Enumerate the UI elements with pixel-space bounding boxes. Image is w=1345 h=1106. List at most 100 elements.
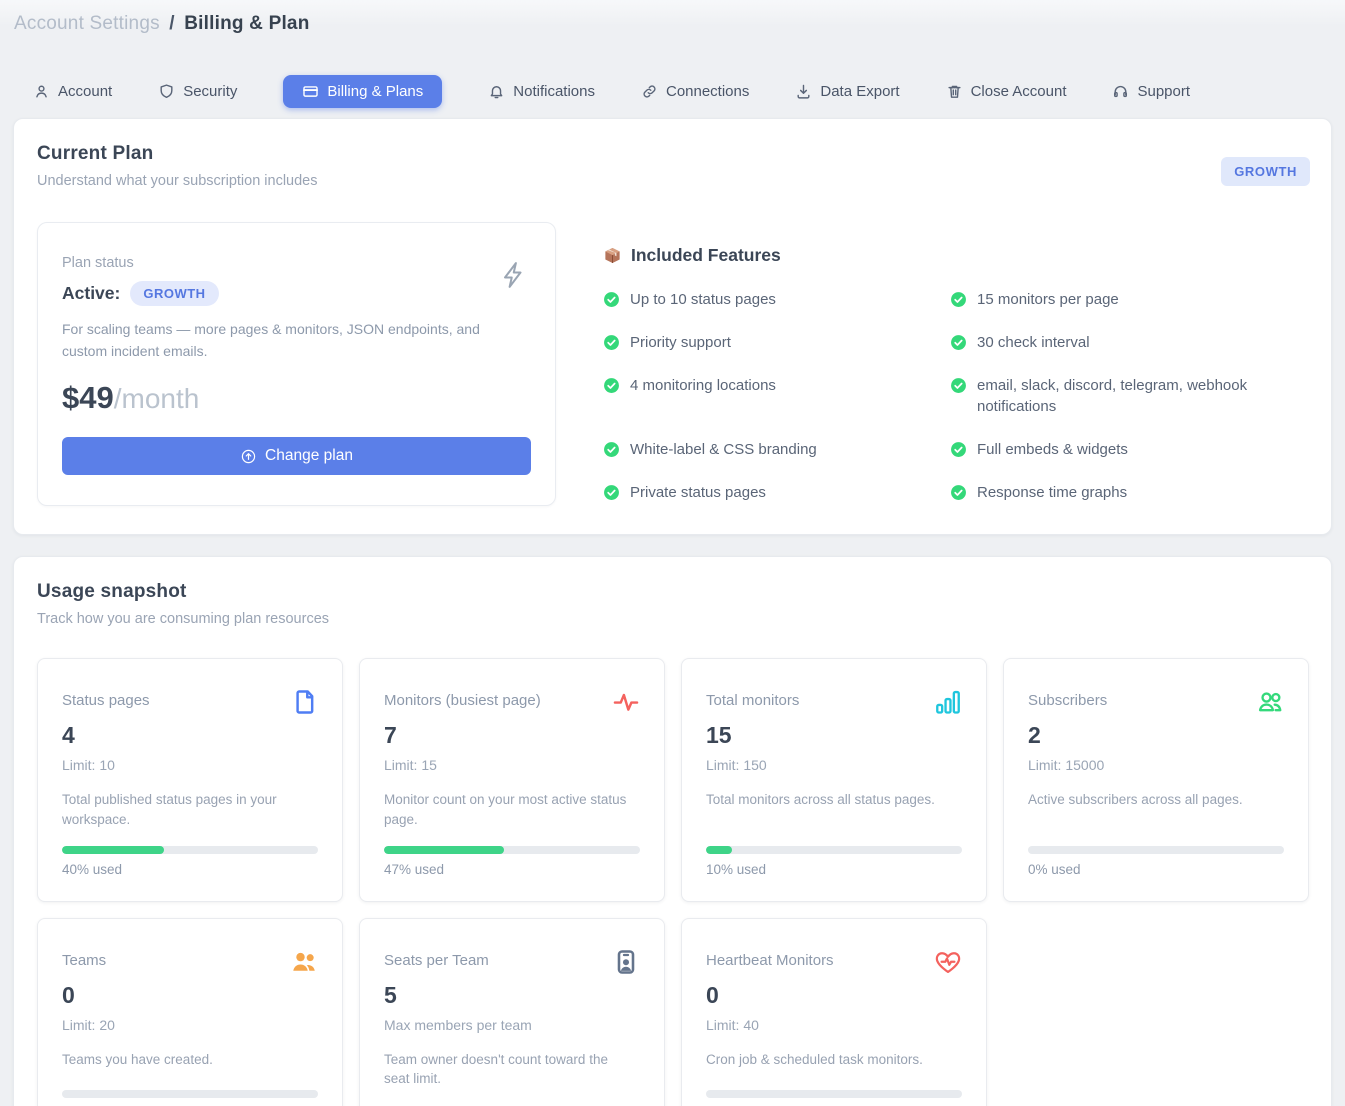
feature-item: 4 monitoring locations [603,375,950,397]
usage-card-title: Subscribers [1028,690,1107,709]
features-grid: Up to 10 status pages 15 monitors per pa… [603,289,1309,504]
tab-account[interactable]: Account [33,75,112,108]
progress-bar [62,846,318,854]
usage-card: Seats per Team 5 Max members per team Te… [359,918,665,1106]
current-plan-subtitle: Understand what your subscription includ… [37,173,1309,189]
check-circle-icon [603,441,620,458]
progress-bar [384,846,640,854]
plan-status-badge: GROWTH [130,281,218,306]
usage-card-value: 15 [706,722,962,749]
usage-card-title: Total monitors [706,690,799,709]
usage-card-description: Cron job & scheduled task monitors. [706,1050,962,1070]
usage-card-description: Active subscribers across all pages. [1028,790,1284,810]
breadcrumb-section[interactable]: Account Settings [14,13,160,34]
feature-item: White-label & CSS branding [603,439,950,461]
lightning-bolt-icon [499,255,529,295]
tab-notifications[interactable]: Notifications [488,75,595,108]
usage-card: Total monitors 15 Limit: 150 Total monit… [681,658,987,901]
check-circle-icon [950,377,967,394]
usage-title: Usage snapshot [37,581,1309,603]
usage-card-limit: Limit: 15000 [1028,757,1284,773]
plan-tier-badge: GROWTH [1221,157,1310,186]
progress-bar [1028,846,1284,854]
plan-price: $49 /month [62,380,531,416]
features-heading: Included Features [631,245,781,266]
feature-item: Priority support [603,332,950,354]
shield-icon [158,83,175,100]
price-amount: $49 [62,380,114,416]
check-circle-icon [950,334,967,351]
usage-card-description: Monitor count on your most active status… [384,790,640,829]
price-period: /month [114,383,200,415]
tab-support[interactable]: Support [1112,75,1190,108]
usage-percent-label: 0% used [1028,862,1284,877]
usage-card-limit: Limit: 20 [62,1017,318,1033]
change-plan-label: Change plan [265,447,353,465]
progress-bar [706,1090,962,1098]
check-circle-icon [950,484,967,501]
progress-bar [706,846,962,854]
trash-icon [946,83,963,100]
check-circle-icon [950,291,967,308]
tab-security[interactable]: Security [158,75,237,108]
file-icon [290,688,318,716]
billing-page: Account Settings / Billing & Plan Accoun… [0,0,1345,1106]
users-icon [1256,688,1284,716]
check-circle-icon [603,291,620,308]
link-icon [641,83,658,100]
usage-card-limit: Max members per team [384,1017,640,1033]
feature-item: email, slack, discord, telegram, webhook… [950,375,1309,419]
usage-subtitle: Track how you are consuming plan resourc… [37,611,1309,627]
usage-card-title: Monitors (busiest page) [384,690,541,709]
usage-card-title: Seats per Team [384,950,489,969]
tab-billing[interactable]: Billing & Plans [283,75,442,108]
usage-card-value: 0 [62,982,318,1009]
included-features: Included Features Up to 10 status pages … [603,222,1309,504]
change-plan-button[interactable]: Change plan [62,437,531,475]
current-plan-panel: Current Plan Understand what your subscr… [13,118,1332,535]
usage-card-description: Teams you have created. [62,1050,318,1070]
usage-card-limit: Limit: 40 [706,1017,962,1033]
usage-card-value: 7 [384,722,640,749]
current-plan-title: Current Plan [37,143,1309,165]
contact-badge-icon [612,948,640,976]
breadcrumb: Account Settings / Billing & Plan [13,0,1332,35]
tab-close-account[interactable]: Close Account [946,75,1067,108]
bell-icon [488,83,505,100]
feature-item: 30 check interval [950,332,1309,354]
feature-item: Private status pages [603,482,950,504]
usage-card: Teams 0 Limit: 20 Teams you have created… [37,918,343,1106]
plan-description: For scaling teams — more pages & monitor… [62,319,482,362]
usage-card: Monitors (busiest page) 7 Limit: 15 Moni… [359,658,665,901]
feature-item: Full embeds & widgets [950,439,1309,461]
plan-status-value: Active: [62,283,120,304]
bar-chart-icon [934,688,962,716]
tab-connections[interactable]: Connections [641,75,749,108]
package-icon [603,246,622,265]
usage-card-title: Heartbeat Monitors [706,950,834,969]
check-circle-icon [603,377,620,394]
users-filled-icon [290,948,318,976]
tab-data-export[interactable]: Data Export [795,75,899,108]
feature-item: Response time graphs [950,482,1309,504]
usage-card-value: 2 [1028,722,1284,749]
usage-card-value: 5 [384,982,640,1009]
check-circle-icon [603,484,620,501]
feature-item: Up to 10 status pages [603,289,950,311]
usage-card-description: Total monitors across all status pages. [706,790,962,810]
usage-card: Subscribers 2 Limit: 15000 Active subscr… [1003,658,1309,901]
user-icon [33,83,50,100]
breadcrumb-separator: / [169,13,174,34]
plan-status-card: Plan status Active: GROWTH For scaling t… [37,222,556,506]
headset-icon [1112,83,1129,100]
usage-snapshot-panel: Usage snapshot Track how you are consumi… [13,556,1332,1106]
arrow-up-circle-icon [240,448,257,465]
page-title: Billing & Plan [184,13,309,34]
usage-card-value: 0 [706,982,962,1009]
plan-status-label: Plan status [62,255,531,271]
check-circle-icon [950,441,967,458]
tab-bar: Account Security Billing & Plans Notific… [33,75,1332,108]
feature-item: 15 monitors per page [950,289,1309,311]
usage-percent-label: 10% used [706,862,962,877]
credit-card-icon [302,83,319,100]
